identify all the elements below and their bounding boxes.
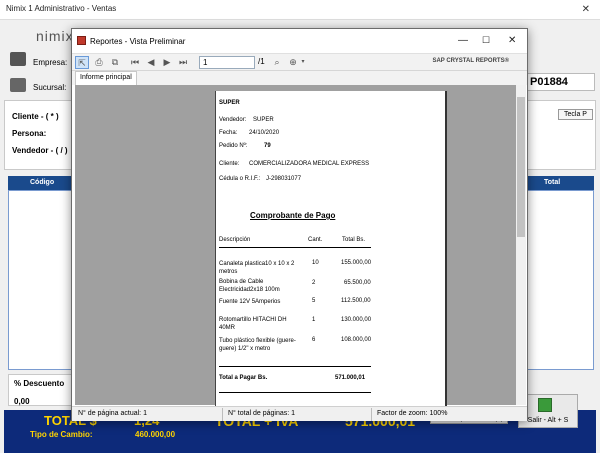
computer-icon <box>10 52 26 66</box>
status-zoom: Factor de zoom: 100% <box>377 410 448 417</box>
tipo-cambio-value: 460.000,00 <box>135 430 176 439</box>
scroll-thumb[interactable] <box>517 97 525 237</box>
col-cant: Cant. <box>308 237 323 243</box>
app-logo: nimix <box>36 28 74 44</box>
total-label: Total a Pagar Bs. <box>219 375 268 381</box>
reports-window: Reportes - Vista Preliminar — ☐ ✕ ⇱ ⎙ ⧉ … <box>71 28 528 421</box>
item-total: 108.000,00 <box>341 337 372 343</box>
vendedor-value: SUPER <box>253 117 274 123</box>
total-bottom-divider <box>219 392 371 393</box>
status-separator <box>222 408 223 421</box>
cliente-label: Cliente: <box>219 161 240 167</box>
chevron-down-icon[interactable]: ▾ <box>299 56 307 69</box>
header-divider <box>219 247 371 248</box>
reports-title: Reportes - Vista Preliminar <box>90 37 186 46</box>
pedido-label: Pedido Nº: <box>219 143 248 149</box>
item-total: 112.500,00 <box>341 298 371 304</box>
col-total: Total Bs. <box>342 237 366 243</box>
export-icon[interactable]: ⇱ <box>75 56 89 69</box>
cliente-value: COMERCIALIZADORA MEDICAL EXPRESS <box>249 161 370 167</box>
reports-statusbar: N° de página actual: 1 N° total de págin… <box>72 406 527 421</box>
item-cant: 6 <box>312 337 316 343</box>
app-title: Nimix 1 Administrativo - Ventas <box>6 4 117 13</box>
vendedor-label: Vendedor - ( / ) <box>12 146 68 155</box>
item-cant: 1 <box>312 317 316 323</box>
report-company: SUPER <box>219 100 240 106</box>
total-divider <box>219 366 371 367</box>
prev-page-icon[interactable]: ◀ <box>144 56 158 69</box>
print-icon[interactable]: ⎙ <box>92 56 106 69</box>
tecla-p-button[interactable]: Tecla P <box>558 109 593 120</box>
close-icon[interactable]: ✕ <box>508 35 516 46</box>
cedula-label: Cédula o R.I.F.: <box>219 176 261 182</box>
item-cant: 10 <box>312 260 319 266</box>
tab-informe-principal[interactable]: Informe principal <box>75 71 137 85</box>
pedido-value: 79 <box>264 143 271 149</box>
fecha-label: Fecha: <box>219 130 238 136</box>
item-desc: Tubo plástico flexible (guere-guere) 1/2… <box>219 338 296 352</box>
maximize-icon[interactable]: ☐ <box>482 35 490 46</box>
fecha-value: 24/10/2020 <box>249 130 280 136</box>
page-number-input[interactable]: 1 <box>199 56 255 69</box>
item-desc: Bobina de Cable Electricidad2x18 100m <box>219 279 280 293</box>
status-separator <box>371 408 372 421</box>
report-page: SUPER Vendedor: SUPER Fecha: 24/10/2020 … <box>215 91 447 406</box>
item-desc: Fuente 12V 5Amperios <box>219 299 281 305</box>
item-desc: Rotomartillo HITACHI DH 40MR <box>219 317 287 331</box>
cedula-value: J-298031077 <box>266 176 302 182</box>
last-page-icon[interactable]: ⏭ <box>176 56 190 69</box>
item-cant: 2 <box>312 280 316 286</box>
exit-icon <box>538 398 552 412</box>
cliente-label: Cliente - ( * ) <box>12 112 59 121</box>
col-descripcion: Descripción <box>219 237 251 243</box>
item-total: 155.000,00 <box>341 260 372 266</box>
persona-label: Persona: <box>12 129 47 138</box>
grid-col-total: Total <box>544 179 561 186</box>
grid-col-codigo: Código <box>30 179 55 186</box>
tipo-cambio-label: Tipo de Cambio: <box>30 430 93 439</box>
item-total: 65.500,00 <box>344 280 371 286</box>
zoom-icon[interactable]: ⊕ <box>286 56 300 69</box>
store-icon <box>10 78 26 92</box>
item-total: 130.000,00 <box>341 317 372 323</box>
reports-titlebar: Reportes - Vista Preliminar — ☐ ✕ <box>72 29 527 53</box>
reports-toolbar: ⇱ ⎙ ⧉ ⏮ ◀ ▶ ⏭ 1 /1 ⌕ ⊕ ▾ SAP CRYSTAL REP… <box>72 53 527 71</box>
status-current-page: N° de página actual: 1 <box>78 410 147 417</box>
copy-icon[interactable]: ⧉ <box>108 56 122 69</box>
invoice-number: P01884 <box>525 73 595 91</box>
minimize-icon[interactable]: — <box>458 35 468 46</box>
item-cant: 5 <box>312 298 316 304</box>
item-desc: Canaleta plastica10 x 10 x 2 metros <box>219 261 295 275</box>
app-close-icon[interactable]: ✕ <box>582 4 590 15</box>
first-page-icon[interactable]: ⏮ <box>128 56 142 69</box>
sucursal-label: Sucursal: <box>33 83 67 92</box>
app-titlebar: Nimix 1 Administrativo - Ventas ✕ <box>0 0 600 20</box>
next-page-icon[interactable]: ▶ <box>160 56 174 69</box>
report-tabs: Informe principal <box>72 71 527 85</box>
total-value: 571.000,01 <box>335 375 366 381</box>
binoculars-icon[interactable]: ⌕ <box>270 56 284 69</box>
report-app-icon <box>77 36 86 45</box>
status-total-pages: N° total de páginas: 1 <box>228 410 296 417</box>
page-total: /1 <box>258 57 265 66</box>
sap-brand: SAP CRYSTAL REPORTS® <box>432 58 509 64</box>
vendedor-label: Vendedor: <box>219 117 247 123</box>
descuento-value[interactable]: 0,00 <box>14 397 30 406</box>
report-title: Comprobante de Pago <box>250 211 336 220</box>
descuento-label: % Descuento <box>14 379 65 388</box>
empresa-label: Empresa: <box>33 58 68 67</box>
